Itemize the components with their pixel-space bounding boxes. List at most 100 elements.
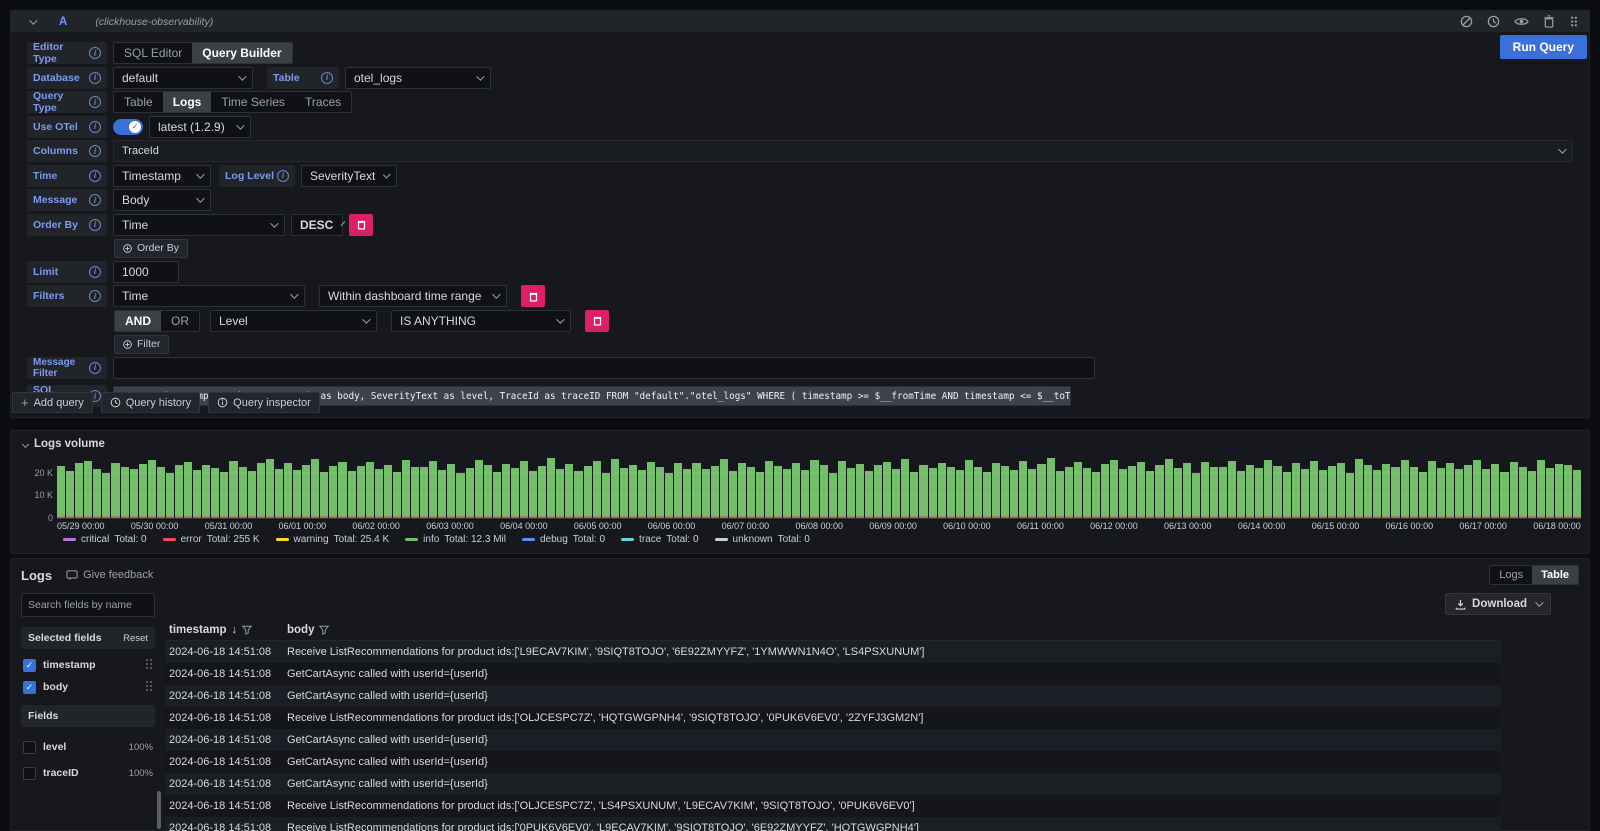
query-type-option-traces[interactable]: Traces: [295, 92, 351, 112]
use-otel-toggle[interactable]: ✓: [113, 119, 143, 135]
info-icon[interactable]: i: [89, 170, 101, 182]
x-tick-label: 05/31 00:00: [205, 521, 253, 531]
remove-order-by-button[interactable]: [349, 214, 373, 236]
query-row-header[interactable]: A (clickhouse-observability): [11, 11, 1589, 32]
info-icon[interactable]: i: [89, 194, 101, 206]
legend-item[interactable]: criticalTotal: 0: [63, 534, 147, 545]
info-icon[interactable]: i: [89, 96, 101, 108]
legend-series-total: Total: 0: [573, 534, 605, 545]
history-icon[interactable]: [1487, 15, 1500, 28]
editor-type-option-builder[interactable]: Query Builder: [192, 43, 291, 63]
filter1-operator-select[interactable]: Within dashboard time range: [319, 285, 507, 307]
filter-funnel-icon[interactable]: [242, 625, 252, 635]
message-column-select[interactable]: Body: [113, 189, 211, 211]
info-icon[interactable]: i: [321, 72, 333, 84]
query-type-option-logs[interactable]: Logs: [163, 92, 212, 112]
volume-bar: [1355, 459, 1363, 518]
drag-handle-icon[interactable]: [145, 680, 153, 695]
sort-desc-icon[interactable]: ↓: [232, 624, 238, 636]
log-row[interactable]: 2024-06-18 14:51:08Receive ListRecommend…: [165, 795, 1501, 817]
view-option-table[interactable]: Table: [1532, 566, 1578, 584]
log-row[interactable]: 2024-06-18 14:51:08GetCartAsync called w…: [165, 751, 1501, 773]
limit-input[interactable]: 1000: [113, 261, 179, 283]
give-feedback-link[interactable]: Give feedback: [66, 569, 153, 581]
checkbox-checked[interactable]: ✓: [23, 659, 36, 672]
message-filter-input[interactable]: [113, 357, 1095, 379]
info-icon[interactable]: i: [89, 362, 101, 374]
time-column-select[interactable]: Timestamp: [113, 165, 211, 187]
query-type-label: Query Typei: [27, 91, 107, 113]
log-row[interactable]: 2024-06-18 14:51:08GetCartAsync called w…: [165, 663, 1501, 685]
x-tick-label: 06/08 00:00: [795, 521, 843, 531]
collapse-chevron-icon[interactable]: [29, 16, 37, 24]
sidebar-scrollbar[interactable]: [157, 791, 161, 829]
filter-bool-and[interactable]: AND: [115, 311, 161, 331]
legend-item[interactable]: traceTotal: 0: [621, 534, 698, 545]
log-row[interactable]: 2024-06-18 14:51:08Receive ListRecommend…: [165, 641, 1501, 663]
table-select[interactable]: otel_logs: [345, 67, 491, 89]
log-row[interactable]: 2024-06-18 14:51:08GetCartAsync called w…: [165, 685, 1501, 707]
info-icon[interactable]: i: [277, 170, 289, 182]
volume-bar: [239, 467, 247, 518]
editor-type-option-sql[interactable]: SQL Editor: [114, 43, 192, 63]
remove-filter2-button[interactable]: [585, 310, 609, 332]
info-icon[interactable]: i: [89, 266, 101, 278]
columns-multiselect[interactable]: TraceId: [113, 140, 1573, 162]
trash-icon[interactable]: [1543, 15, 1555, 28]
checkbox-unchecked[interactable]: [23, 741, 36, 754]
otel-version-select[interactable]: latest (1.2.9): [149, 116, 251, 138]
view-option-logs[interactable]: Logs: [1490, 566, 1532, 584]
filter1-field-select[interactable]: Time: [113, 285, 305, 307]
legend-item[interactable]: infoTotal: 12.3 Mil: [405, 534, 506, 545]
logs-volume-header[interactable]: Logs volume: [19, 435, 1581, 453]
reset-fields-button[interactable]: Reset: [123, 633, 148, 644]
info-icon[interactable]: i: [89, 219, 101, 231]
plus-icon: +: [21, 395, 29, 410]
info-icon[interactable]: i: [89, 72, 101, 84]
search-fields-input[interactable]: Search fields by name: [21, 593, 155, 617]
column-header-body[interactable]: body: [287, 624, 329, 636]
info-icon[interactable]: i: [89, 121, 101, 133]
info-icon[interactable]: i: [89, 47, 101, 59]
checkbox-checked[interactable]: ✓: [23, 681, 36, 694]
info-icon[interactable]: i: [89, 145, 101, 157]
log-row[interactable]: 2024-06-18 14:51:08GetCartAsync called w…: [165, 773, 1501, 795]
volume-bar: [584, 466, 592, 518]
query-type-option-table[interactable]: Table: [114, 92, 163, 112]
log-row[interactable]: 2024-06-18 14:51:08GetCartAsync called w…: [165, 729, 1501, 751]
add-order-by-button[interactable]: Order By: [114, 239, 188, 258]
legend-item[interactable]: debugTotal: 0: [522, 534, 605, 545]
log-row[interactable]: 2024-06-18 14:51:08Receive ListRecommend…: [165, 817, 1501, 831]
legend-item[interactable]: warningTotal: 25.4 K: [276, 534, 390, 545]
database-select[interactable]: default: [113, 67, 253, 89]
filter2-field-select[interactable]: Level: [210, 310, 377, 332]
filter2-operator-select[interactable]: IS ANYTHING: [391, 310, 571, 332]
query-history-button[interactable]: Query history: [101, 392, 200, 413]
log-level-select[interactable]: SeverityText: [301, 165, 397, 187]
info-icon[interactable]: i: [89, 290, 101, 302]
add-query-button[interactable]: +Add query: [12, 392, 93, 413]
query-inspector-button[interactable]: Query inspector: [208, 392, 320, 413]
drag-handle-icon[interactable]: [1569, 15, 1579, 28]
legend-item[interactable]: unknownTotal: 0: [715, 534, 810, 545]
drag-handle-icon[interactable]: [145, 658, 153, 673]
download-button[interactable]: Download: [1445, 593, 1551, 615]
eye-icon[interactable]: [1514, 15, 1529, 28]
order-by-field-select[interactable]: Time: [113, 214, 285, 236]
run-query-button[interactable]: Run Query: [1500, 35, 1587, 59]
filter-funnel-icon[interactable]: [319, 625, 329, 635]
disable-query-icon[interactable]: [1460, 15, 1473, 28]
order-by-direction-select[interactable]: DESC: [291, 214, 343, 236]
legend-item[interactable]: errorTotal: 255 K: [163, 534, 260, 545]
plot-area[interactable]: [57, 457, 1581, 519]
add-filter-button[interactable]: Filter: [114, 335, 169, 354]
checkbox-unchecked[interactable]: [23, 767, 36, 780]
filter-bool-or[interactable]: OR: [161, 311, 199, 331]
order-by-label: Order Byi: [27, 214, 107, 236]
logs-volume-chart[interactable]: 20 K10 K0: [19, 457, 1581, 519]
chevron-down-icon: [196, 170, 204, 178]
query-type-option-timeseries[interactable]: Time Series: [211, 92, 295, 112]
column-header-timestamp[interactable]: timestamp ↓: [165, 624, 287, 636]
log-row[interactable]: 2024-06-18 14:51:08Receive ListRecommend…: [165, 707, 1501, 729]
remove-filter1-button[interactable]: [521, 285, 545, 307]
